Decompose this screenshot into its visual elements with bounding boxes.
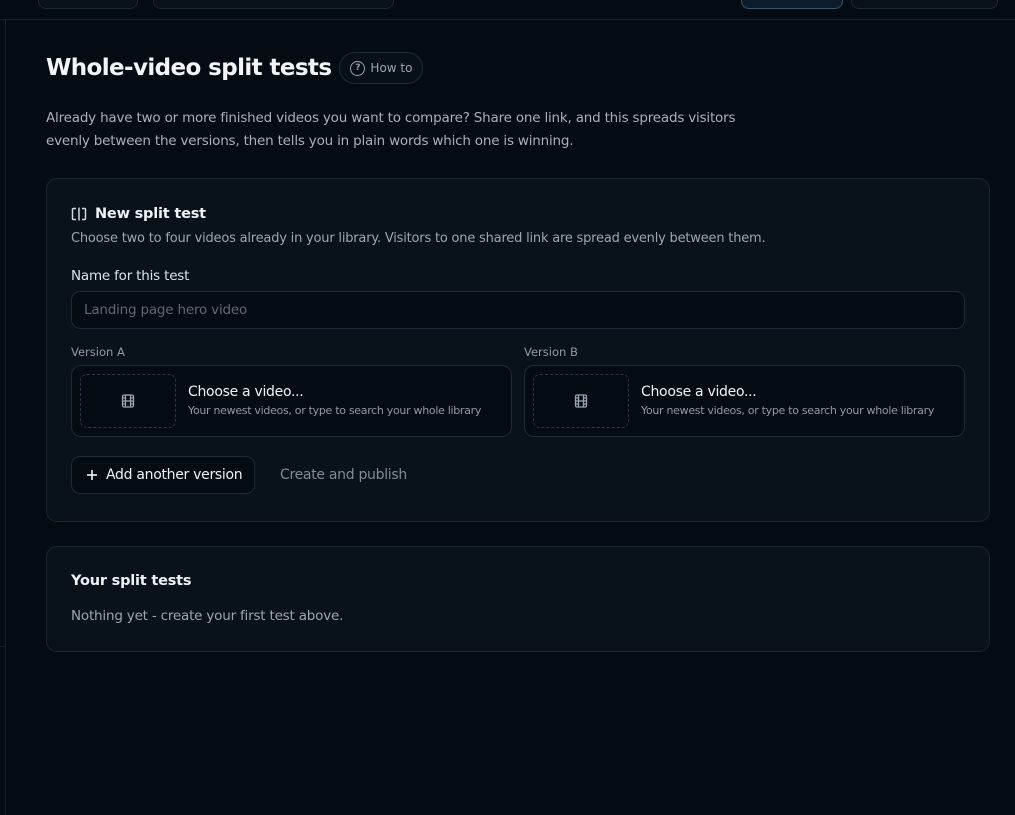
sidebar-divider [0, 646, 6, 647]
create-and-publish-button[interactable]: Create and publish [268, 456, 419, 494]
film-icon [121, 394, 135, 408]
test-name-input[interactable] [71, 291, 965, 329]
main-content: Whole-video split tests ? How to Already… [46, 52, 990, 652]
picker-title: Choose a video... [188, 384, 304, 400]
split-columns-icon [71, 207, 87, 221]
toolbar-button-active[interactable] [741, 0, 843, 9]
how-to-label: How to [370, 61, 413, 75]
toolbar-button-2[interactable] [851, 0, 998, 9]
question-circle-icon: ? [350, 60, 366, 76]
version-b-label: Version B [524, 345, 578, 359]
new-test-header: New split test [71, 206, 206, 222]
version-b-video-picker[interactable]: Choose a video... Your newest videos, or… [524, 365, 965, 437]
new-split-test-card: New split test Choose two to four videos… [46, 178, 990, 522]
version-a-label: Version A [71, 345, 125, 359]
split-tests-list-card: Your split tests Nothing yet - create yo… [46, 546, 990, 652]
picker-hint: Your newest videos, or type to search yo… [188, 404, 482, 417]
version-a-video-picker[interactable]: Choose a video... Your newest videos, or… [71, 365, 512, 437]
film-icon [574, 394, 588, 408]
new-test-title: New split test [95, 206, 206, 222]
add-version-button[interactable]: Add another version [71, 456, 256, 494]
new-test-subtitle: Choose two to four videos already in you… [71, 231, 766, 246]
title-row: Whole-video split tests ? How to [46, 52, 990, 84]
page-title: Whole-video split tests [46, 55, 332, 81]
test-name-label: Name for this test [71, 268, 190, 284]
picker-title: Choose a video... [641, 384, 757, 400]
split-tests-title: Your split tests [71, 573, 192, 589]
toolbar-button-1[interactable] [38, 0, 138, 9]
video-thumbnail-placeholder [80, 374, 176, 428]
empty-state-text: Nothing yet - create your first test abo… [71, 608, 344, 624]
add-version-label: Add another version [106, 467, 243, 483]
page-intro: Already have two or more finished videos… [46, 110, 736, 149]
toolbar-search-field[interactable] [153, 0, 394, 9]
top-toolbar [0, 0, 1015, 20]
video-thumbnail-placeholder [533, 374, 629, 428]
plus-icon [87, 470, 97, 480]
how-to-button[interactable]: ? How to [339, 52, 424, 84]
sidebar-edge [0, 20, 6, 815]
picker-hint: Your newest videos, or type to search yo… [641, 404, 935, 417]
